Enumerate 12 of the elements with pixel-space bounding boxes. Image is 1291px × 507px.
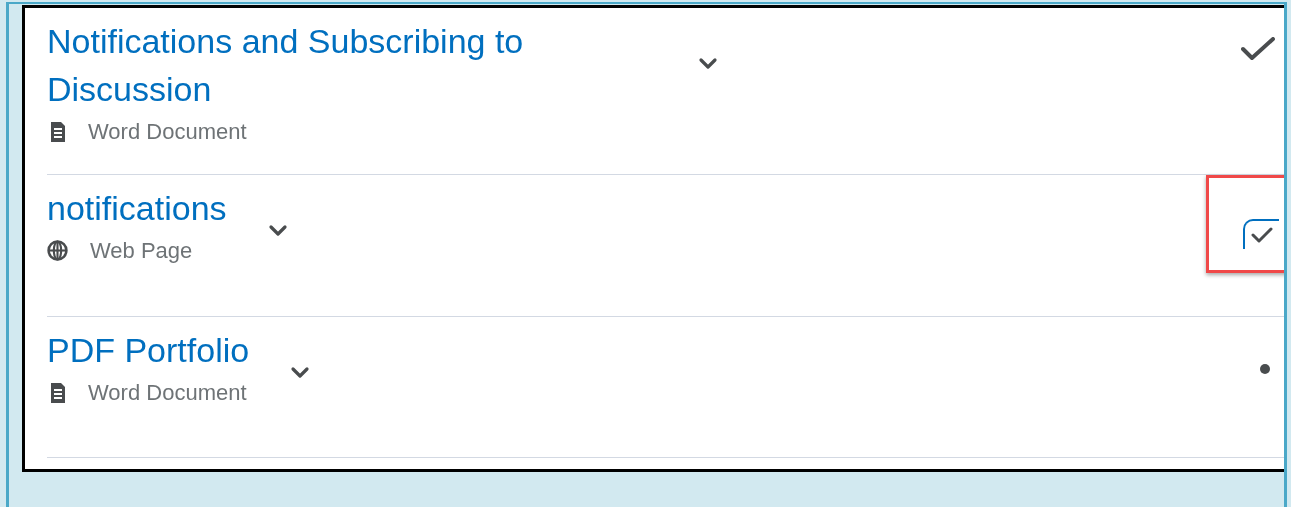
item-type-label: Web Page [90, 237, 193, 265]
globe-icon [47, 240, 68, 261]
item-type-label: Word Document [88, 118, 247, 146]
checkmark-icon [1251, 227, 1273, 243]
chevron-down-icon[interactable] [697, 55, 719, 71]
document-icon [50, 382, 66, 403]
item-title-link[interactable]: notifications [47, 184, 227, 232]
item-type-label: Word Document [88, 379, 247, 407]
document-icon [50, 121, 66, 142]
item-title-link[interactable]: PDF Portfolio [47, 326, 250, 374]
completion-checkbox[interactable] [1243, 219, 1279, 249]
item-title-link[interactable]: Notifications and Subscribing to Discussion [47, 17, 567, 113]
